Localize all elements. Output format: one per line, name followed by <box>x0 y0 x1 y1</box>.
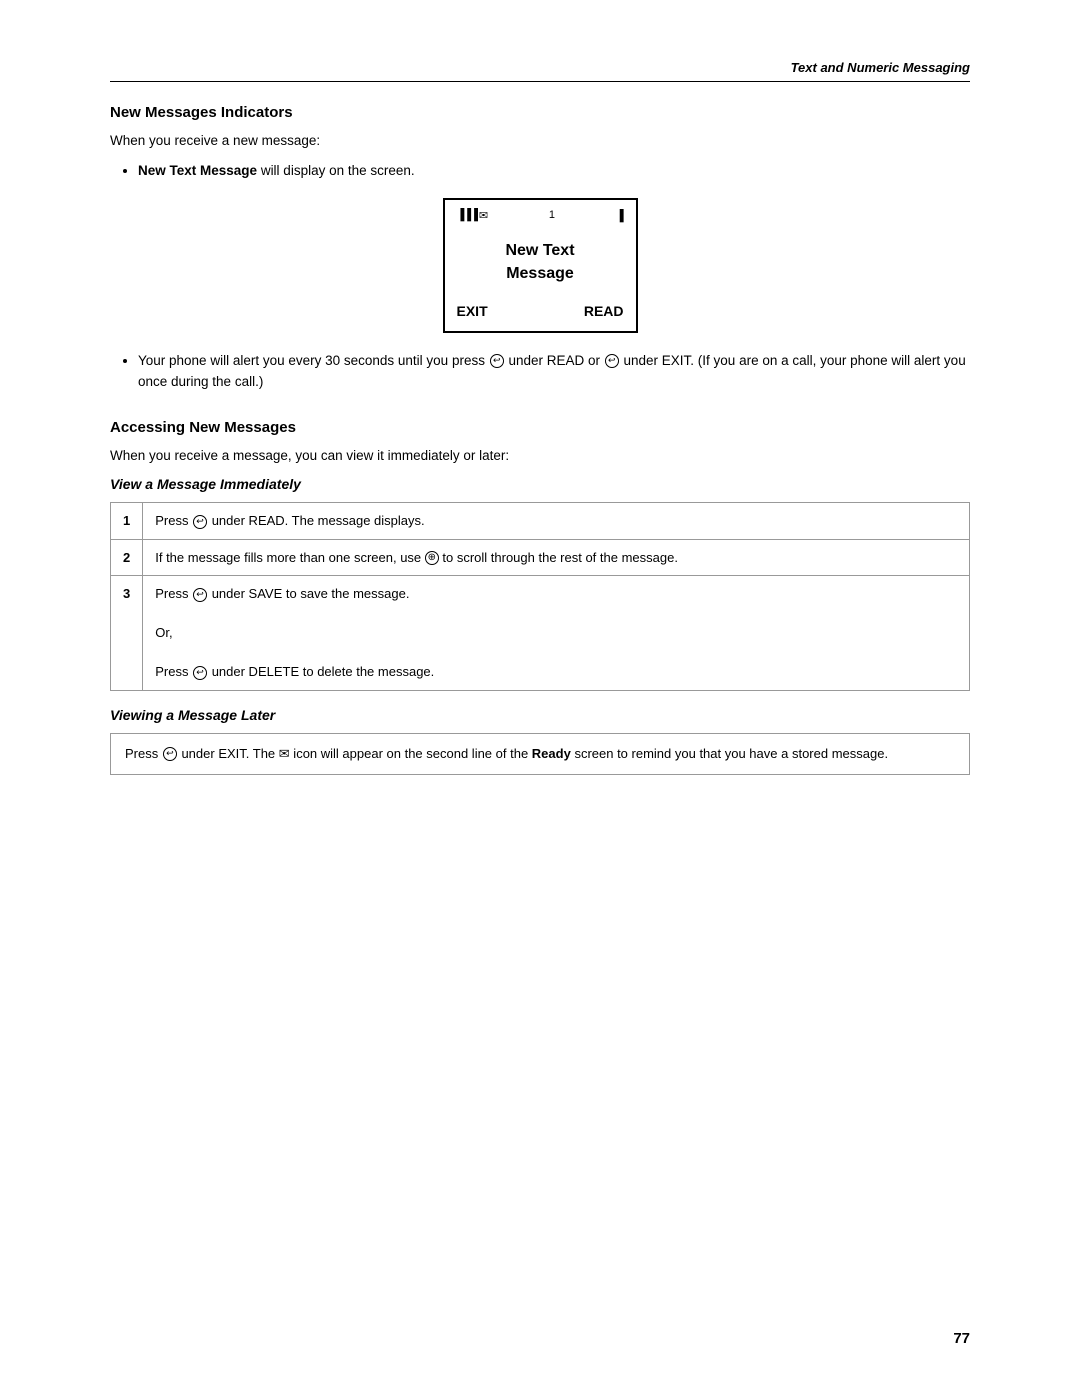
circle-btn-exit2: ↩ <box>163 747 177 761</box>
section2: Accessing New Messages When you receive … <box>110 419 970 775</box>
circle-btn-read: ↩ <box>490 354 504 368</box>
section1-intro: When you receive a new message: <box>110 131 970 151</box>
chapter-title: Text and Numeric Messaging <box>791 60 970 75</box>
phone-status-left: ▐▐▐ ✉ <box>457 209 489 222</box>
subsection1: View a Message Immediately 1 Press ↩ und… <box>110 476 970 691</box>
phone-message-text: New Text Message <box>457 240 624 285</box>
bullet-list-1: New Text Message will display on the scr… <box>138 161 970 182</box>
subsection2-heading: Viewing a Message Later <box>110 707 970 723</box>
envelope-icon-inline: ✉ <box>279 746 290 761</box>
signal-icon: ▐▐▐ <box>457 209 477 221</box>
circle-btn-step1: ↩ <box>193 515 207 529</box>
phone-status-number: 1 <box>549 209 555 221</box>
phone-screen-wrapper: ▐▐▐ ✉ 1 ▐ New Text Message EXIT READ <box>110 198 970 333</box>
section2-intro: When you receive a message, you can view… <box>110 446 970 466</box>
info-box: Press ↩ under EXIT. The ✉ icon will appe… <box>110 733 970 775</box>
section1-heading: New Messages Indicators <box>110 104 970 121</box>
envelope-icon: ✉ <box>479 209 488 222</box>
step-num-2: 2 <box>111 539 143 576</box>
page-header: Text and Numeric Messaging <box>110 60 970 82</box>
softkey-read: READ <box>584 303 624 319</box>
bullet-list-2: Your phone will alert you every 30 secon… <box>138 351 970 393</box>
step-num-3: 3 <box>111 576 143 691</box>
phone-softkeys: EXIT READ <box>457 303 624 319</box>
step-text-1: Press ↩ under READ. The message displays… <box>143 503 970 540</box>
softkey-exit: EXIT <box>457 303 488 319</box>
step-text-3: Press ↩ under SAVE to save the message. … <box>143 576 970 691</box>
scroll-icon-step2 <box>425 551 439 565</box>
step-num-1: 1 <box>111 503 143 540</box>
subsection2: Viewing a Message Later Press ↩ under EX… <box>110 707 970 775</box>
section1: New Messages Indicators When you receive… <box>110 104 970 393</box>
section2-heading: Accessing New Messages <box>110 419 970 436</box>
circle-btn-exit: ↩ <box>605 354 619 368</box>
phone-status-right: ▐ <box>616 208 624 222</box>
circle-btn-step3b: ↩ <box>193 666 207 680</box>
bullet1-bold: New Text Message <box>138 163 257 178</box>
page-container: Text and Numeric Messaging New Messages … <box>0 0 1080 1397</box>
circle-btn-step3a: ↩ <box>193 588 207 602</box>
step-row-1: 1 Press ↩ under READ. The message displa… <box>111 503 970 540</box>
page-number: 77 <box>953 1330 970 1347</box>
subsection1-heading: View a Message Immediately <box>110 476 970 492</box>
phone-message-line2: Message <box>506 265 574 282</box>
battery-icon: ▐ <box>616 210 624 222</box>
step-text-2: If the message fills more than one scree… <box>143 539 970 576</box>
step-row-3: 3 Press ↩ under SAVE to save the message… <box>111 576 970 691</box>
step-row-2: 2 If the message fills more than one scr… <box>111 539 970 576</box>
phone-screen: ▐▐▐ ✉ 1 ▐ New Text Message EXIT READ <box>443 198 638 333</box>
bullet-item-1: New Text Message will display on the scr… <box>138 161 970 182</box>
phone-status-bar: ▐▐▐ ✉ 1 ▐ <box>457 208 624 222</box>
bullet1-rest: will display on the screen. <box>257 163 415 178</box>
bullet-item-2: Your phone will alert you every 30 secon… <box>138 351 970 393</box>
ready-bold: Ready <box>532 746 571 761</box>
steps-table: 1 Press ↩ under READ. The message displa… <box>110 502 970 691</box>
phone-message-line1: New Text <box>505 242 574 259</box>
